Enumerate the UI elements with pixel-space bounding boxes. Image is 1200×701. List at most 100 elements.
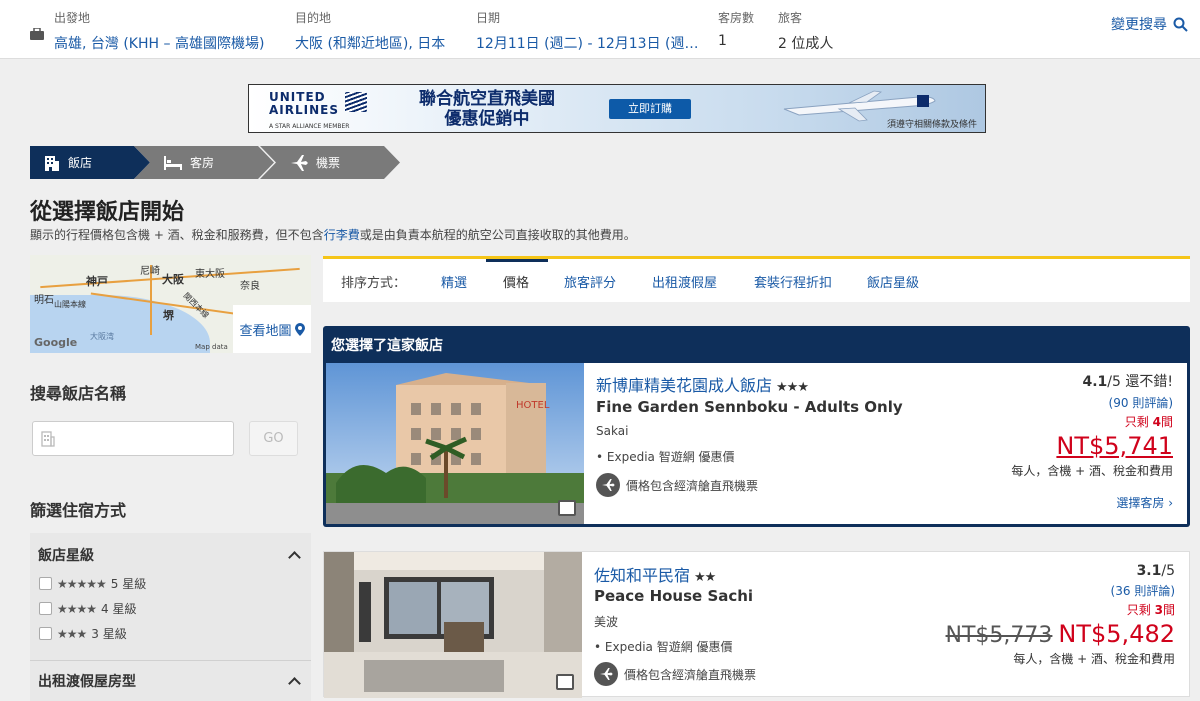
photo-gallery-icon[interactable] xyxy=(558,500,576,516)
hotel-deal: • Expedia 智遊網 優惠價 xyxy=(596,450,735,464)
rooms-left: 只剩 4間 xyxy=(1124,415,1173,429)
airplane-icon xyxy=(594,662,618,686)
star-rating-heading[interactable]: 飯店星級 xyxy=(38,545,94,565)
hotel-stars: ★★ xyxy=(694,570,716,585)
choose-room-link[interactable]: 選擇客房 › xyxy=(1011,494,1173,511)
checkbox[interactable] xyxy=(39,602,52,615)
sort-tab-star-rating[interactable]: 飯店星級 xyxy=(867,272,919,291)
photo-gallery-icon[interactable] xyxy=(556,674,574,690)
destination-value[interactable]: 大阪 (和鄰近地區), 日本 xyxy=(295,33,445,53)
hotel-photo[interactable]: HOTEL xyxy=(326,363,584,524)
hotel-price[interactable]: NT$5,741 xyxy=(1011,432,1173,460)
origin-field[interactable]: 出發地 高雄, 台灣 (KHH – 高雄國際機場) xyxy=(54,9,264,53)
guest-rating: 3.1/5 xyxy=(1136,563,1175,579)
search-name-heading: 搜尋飯店名稱 xyxy=(30,384,127,403)
hotel-photo[interactable] xyxy=(324,552,582,698)
hotel-interior-image xyxy=(324,552,582,698)
sort-tab-guest-rating[interactable]: 旅客評分 xyxy=(564,272,616,291)
guests-label: 旅客 xyxy=(778,11,803,25)
step-flight-label: 機票 xyxy=(316,156,341,170)
hotel-name-english: Fine Garden Sennboku - Adults Only xyxy=(596,398,903,416)
sort-tab-featured[interactable]: 精選 xyxy=(441,272,467,291)
divider xyxy=(30,660,311,661)
price-note: 每人，含機 + 酒、稅金和費用 xyxy=(1011,464,1173,478)
step-hotel-label: 飯店 xyxy=(68,156,93,170)
hotel-card[interactable]: 佐知和平民宿 ★★ Peace House Sachi 美波 • Expedia … xyxy=(323,551,1190,698)
suitcase-icon xyxy=(30,28,44,40)
view-map-label: 查看地圖 xyxy=(239,323,292,339)
sort-tab-vacation-rental[interactable]: 出租渡假屋 xyxy=(652,272,717,291)
hotel-deal: • Expedia 智遊網 優惠價 xyxy=(594,640,733,654)
ad-banner[interactable]: UNITED AIRLINES A STAR ALLIANCE MEMBER 聯… xyxy=(248,84,986,133)
baggage-fees-link[interactable]: 行李費 xyxy=(324,228,360,242)
dates-label: 日期 xyxy=(476,11,501,25)
step-room-label: 客房 xyxy=(190,156,215,170)
chevron-up-icon[interactable] xyxy=(288,677,301,690)
origin-label: 出發地 xyxy=(54,11,91,25)
hotel-name-input[interactable] xyxy=(32,421,234,456)
dates-field[interactable]: 日期 12月11日 (週二) - 12月13日 (週… xyxy=(476,9,699,53)
flight-included: 價格包含經濟艙直飛機票 xyxy=(596,473,758,497)
rooms-field[interactable]: 客房數 1 xyxy=(718,9,754,49)
rental-type-heading[interactable]: 出租渡假屋房型 xyxy=(38,671,136,691)
price-column: 4.1/5 還不錯! (90 則評論) 只剩 4間 NT$5,741 每人，含機… xyxy=(1011,371,1173,511)
view-map-button[interactable]: 查看地圖 xyxy=(233,305,311,353)
dates-value[interactable]: 12月11日 (週二) - 12月13日 (週… xyxy=(476,33,699,53)
destination-label: 目的地 xyxy=(295,11,332,25)
google-logo: Google xyxy=(34,336,78,349)
active-sort-indicator xyxy=(486,259,548,262)
modify-search-label[interactable]: 變更搜尋 xyxy=(1111,14,1167,34)
reviews-link[interactable]: (90 則評論) xyxy=(1011,394,1173,411)
search-icon xyxy=(1173,17,1188,32)
step-room[interactable]: 客房 xyxy=(134,146,274,179)
price-column: 3.1/5 (36 則評論) 只剩 3間 NT$5,773 NT$5,482 每人… xyxy=(946,563,1175,667)
step-hotel[interactable]: 飯店 xyxy=(30,146,150,179)
price-row: NT$5,773 NT$5,482 xyxy=(946,620,1175,648)
bed-icon xyxy=(164,155,182,170)
airplane-icon xyxy=(291,154,308,171)
sort-bar: 排序方式： 精選 價格 旅客評分 出租渡假屋 套裝行程折扣 飯店星級 xyxy=(323,256,1190,302)
sort-label: 排序方式： xyxy=(341,276,407,291)
map-pin-icon xyxy=(294,322,305,336)
hotel-city: 美波 xyxy=(594,615,619,629)
hotel-name-link[interactable]: 佐知和平民宿 ★★ xyxy=(594,562,716,586)
guests-value[interactable]: 2 位成人 xyxy=(778,33,833,53)
rooms-value[interactable]: 1 xyxy=(718,33,754,49)
checkbox[interactable] xyxy=(39,627,52,640)
star-filter-4[interactable]: ★★★★ 4 星級 xyxy=(39,600,136,617)
hotel-stars: ★★★ xyxy=(776,380,809,395)
modify-search-link[interactable]: 變更搜尋 xyxy=(1111,14,1188,34)
guest-rating: 4.1/5 還不錯! xyxy=(1082,374,1173,390)
price-disclaimer: 顯示的行程價格包含機 + 酒、稅金和服務費，但不包含行李費或是由負責本航程的航空… xyxy=(30,228,636,242)
page-title: 從選擇飯店開始 xyxy=(30,200,185,225)
sort-tab-price[interactable]: 價格 xyxy=(503,272,529,291)
hotel-name-english: Peace House Sachi xyxy=(594,587,754,605)
airplane-icon xyxy=(596,473,620,497)
banner-book-button[interactable]: 立即訂購 xyxy=(609,99,691,119)
hotel-city: Sakai xyxy=(596,424,629,438)
destination-field[interactable]: 目的地 大阪 (和鄰近地區), 日本 xyxy=(295,9,445,53)
hotel-card[interactable]: HOTEL 新博庫精美花園成人飯店 ★★★ Fine Garden Sennbok… xyxy=(326,363,1187,524)
original-price: NT$5,773 xyxy=(945,623,1053,648)
go-button[interactable]: GO xyxy=(249,421,298,456)
filter-heading: 篩選住宿方式 xyxy=(30,501,127,520)
banner-fine-print: 須遵守相關條款及條件 xyxy=(886,120,977,130)
chevron-right-icon: › xyxy=(1168,496,1173,510)
map-preview[interactable]: 神戸 尼崎 大阪 東大阪 奈良 明石 堺 山陽本線 関西本線 大阪湾 Googl… xyxy=(30,255,311,353)
checkbox[interactable] xyxy=(39,577,52,590)
sort-tab-package-discount[interactable]: 套裝行程折扣 xyxy=(754,272,832,291)
rooms-label: 客房數 xyxy=(718,11,755,25)
star-filter-3[interactable]: ★★★ 3 星級 xyxy=(39,625,127,642)
origin-value[interactable]: 高雄, 台灣 (KHH – 高雄國際機場) xyxy=(54,33,264,53)
chevron-up-icon[interactable] xyxy=(288,551,301,564)
guests-field[interactable]: 旅客 2 位成人 xyxy=(778,9,833,53)
hotel-price[interactable]: NT$5,482 xyxy=(1058,620,1175,648)
hotel-name-link[interactable]: 新博庫精美花園成人飯店 ★★★ xyxy=(596,372,809,396)
star-filter-5[interactable]: ★★★★★ 5 星級 xyxy=(39,575,146,592)
step-flight[interactable]: 機票 xyxy=(260,146,400,179)
united-airlines-logo: UNITED AIRLINES A STAR ALLIANCE MEMBER xyxy=(269,90,350,131)
reviews-link[interactable]: (36 則評論) xyxy=(946,582,1175,599)
rooms-left: 只剩 3間 xyxy=(1126,603,1175,617)
hotel-exterior-image: HOTEL xyxy=(326,363,584,524)
globe-logo-icon xyxy=(345,92,367,112)
